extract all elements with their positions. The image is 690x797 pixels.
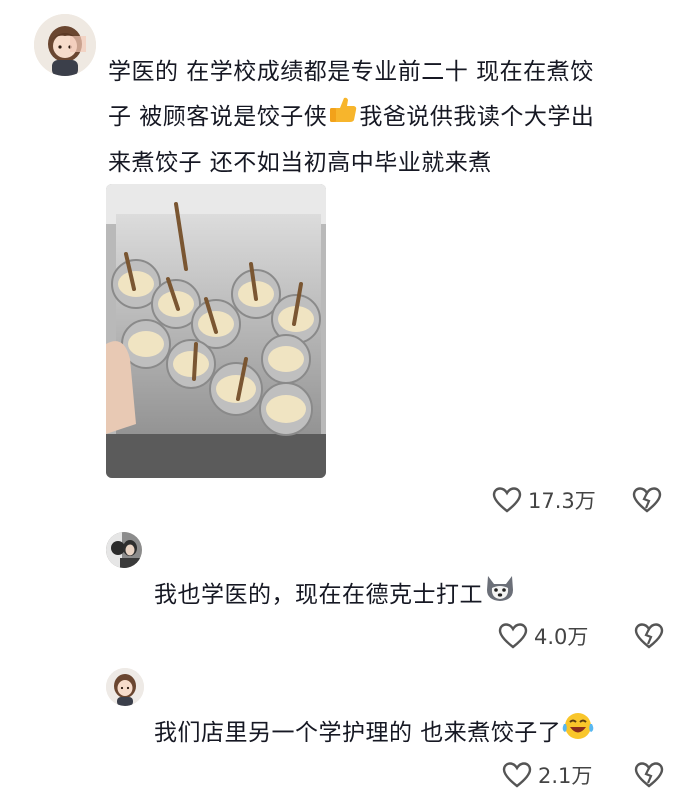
comment-text: 学医的 在学校成绩都是专业前二十 现在在煮饺 子 被顾客说是饺子侠 我爸说供我读…	[108, 50, 668, 185]
dislike-button[interactable]	[634, 622, 664, 654]
dislike-button[interactable]	[632, 486, 662, 518]
comment-text: 我们店里另一个学护理的 也来煮饺子了	[154, 710, 595, 757]
broken-heart-icon	[632, 487, 662, 513]
broken-heart-icon	[634, 623, 664, 649]
comment-image[interactable]	[106, 184, 326, 478]
husky-dog-icon	[483, 572, 517, 619]
comment-line: 子 被顾客说是饺子侠 我爸说供我读个大学出	[108, 94, 668, 141]
comment-fragment: 我爸说供我读个大学出	[359, 104, 595, 130]
avatar[interactable]	[106, 668, 144, 706]
like-count: 17.3万	[528, 489, 596, 513]
like-button[interactable]: 2.1万	[502, 760, 592, 790]
comment-fragment: 我们店里另一个学护理的 也来煮饺子了	[154, 720, 562, 746]
like-count: 2.1万	[538, 764, 593, 788]
like-button[interactable]: 17.3万	[492, 485, 596, 515]
comment-line: 来煮饺子 还不如当初高中毕业就来煮	[108, 150, 492, 176]
comment-fragment: 子 被顾客说是饺子侠	[108, 104, 328, 130]
comment-fragment: 我也学医的，现在在德克士打工	[154, 582, 483, 608]
heart-icon	[502, 762, 532, 788]
thumbs-up-icon	[327, 94, 359, 141]
comment-text: 我也学医的，现在在德克士打工	[154, 572, 517, 619]
comment-line: 学医的 在学校成绩都是专业前二十 现在在煮饺	[108, 59, 594, 85]
avatar[interactable]	[34, 14, 96, 76]
like-button[interactable]: 4.0万	[498, 621, 588, 651]
heart-icon	[492, 487, 522, 513]
avatar[interactable]	[106, 532, 142, 568]
broken-heart-icon	[634, 762, 664, 788]
dislike-button[interactable]	[634, 761, 664, 793]
like-count: 4.0万	[534, 625, 589, 649]
heart-icon	[498, 623, 528, 649]
laughing-crying-icon	[561, 710, 595, 757]
